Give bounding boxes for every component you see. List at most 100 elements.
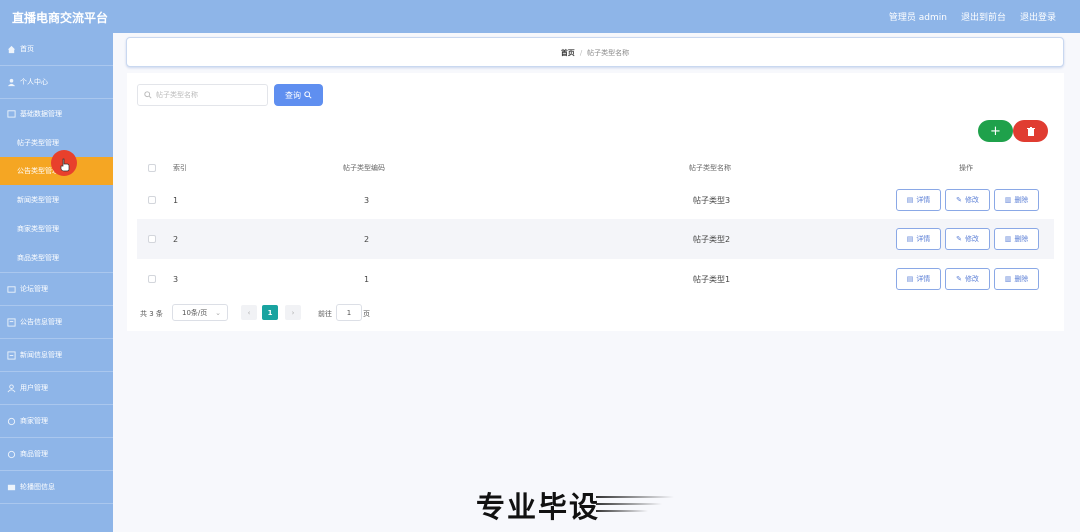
hand-cursor-icon	[60, 158, 70, 172]
detail-label: 详情	[916, 235, 931, 243]
notice-icon	[7, 317, 16, 327]
news-icon	[7, 350, 16, 360]
breadcrumb-current: 帖子类型名称	[587, 49, 630, 57]
page-unit-label: 页	[363, 310, 370, 318]
select-all-checkbox[interactable]	[148, 156, 156, 180]
document-icon: ▤	[906, 235, 914, 243]
cell-name: 帖子类型1	[693, 274, 731, 284]
watermark-text: 专业毕设	[476, 490, 601, 524]
col-index: 索引	[173, 164, 187, 172]
sidebar-item-profile[interactable]: 个人中心	[0, 66, 113, 98]
detail-button[interactable]: ▤ 详情	[896, 189, 941, 211]
detail-button[interactable]: ▤ 详情	[896, 228, 941, 250]
sidebar-item-home[interactable]: 首页	[0, 33, 113, 65]
folder-icon	[7, 110, 16, 118]
table-row: 1 3 帖子类型3 ▤ 详情 ✎ 修改 ▥ 删除	[137, 180, 1054, 220]
search-icon	[304, 91, 312, 99]
pagination-total: 共 3 条	[140, 310, 163, 318]
goto-frontend-link[interactable]: 退出到前台	[961, 10, 1006, 23]
page-number-current[interactable]: 1	[262, 305, 278, 320]
breadcrumb-separator: /	[579, 49, 583, 57]
col-code: 帖子类型编码	[343, 164, 385, 172]
sidebar-item-label: 商品管理	[20, 450, 48, 458]
sidebar-item-label: 首页	[20, 45, 34, 53]
admin-user-link[interactable]: 管理员 admin	[889, 10, 947, 23]
trash-icon: ▥	[1004, 235, 1012, 243]
table-row: 2 2 帖子类型2 ▤ 详情 ✎ 修改 ▥ 删除	[137, 219, 1054, 259]
sidebar-divider	[0, 503, 113, 504]
delete-button[interactable]: ▥ 删除	[994, 228, 1039, 250]
search-button-label: 查询	[285, 90, 301, 100]
shop-icon	[7, 417, 16, 425]
detail-label: 详情	[916, 275, 931, 283]
sidebar-item-base-data[interactable]: 基础数据管理	[0, 99, 113, 128]
trash-icon: ▥	[1004, 196, 1012, 204]
sidebar-item-news[interactable]: 新闻信息管理	[0, 339, 113, 371]
plus-icon: +	[990, 123, 1001, 139]
cell-name: 帖子类型3	[693, 195, 731, 205]
edit-button[interactable]: ✎ 修改	[945, 189, 990, 211]
add-button[interactable]: +	[978, 120, 1013, 142]
cell-code: 1	[364, 274, 370, 284]
breadcrumb: 首页 / 帖子类型名称	[126, 37, 1064, 67]
cell-code: 3	[364, 195, 370, 205]
delete-button[interactable]: ▥ 删除	[994, 268, 1039, 290]
sidebar-item-label: 轮播图信息	[20, 483, 55, 491]
edit-label: 修改	[964, 235, 979, 243]
trash-icon: ▥	[1004, 275, 1012, 283]
row-checkbox[interactable]	[148, 275, 156, 283]
goods-icon	[7, 450, 16, 458]
goto-page-input[interactable]: 1	[336, 304, 362, 321]
sidebar-item-label: 基础数据管理	[20, 109, 62, 118]
trash-icon	[1026, 126, 1035, 136]
sidebar-item-label: 个人中心	[20, 78, 48, 86]
logout-link[interactable]: 退出登录	[1020, 10, 1056, 23]
search-input[interactable]: 帖子类型名称	[137, 84, 268, 106]
sidebar-item-notice[interactable]: 公告信息管理	[0, 306, 113, 338]
detail-button[interactable]: ▤ 详情	[896, 268, 941, 290]
edit-button[interactable]: ✎ 修改	[945, 268, 990, 290]
sidebar-item-merchants[interactable]: 商家管理	[0, 405, 113, 437]
user-icon	[7, 78, 16, 86]
sidebar-item-label: 论坛管理	[20, 285, 48, 293]
sidebar-item-goods-type[interactable]: 商品类型管理	[0, 243, 113, 272]
page-size-value: 10条/页	[182, 308, 208, 317]
search-icon	[144, 91, 152, 99]
edit-label: 修改	[964, 275, 979, 283]
cell-index: 1	[173, 195, 179, 205]
sidebar: 首页 个人中心 基础数据管理 帖子类型管理 公告类型管理 新闻类型管理 商家类型…	[0, 33, 113, 532]
home-icon	[7, 45, 16, 53]
row-checkbox[interactable]	[148, 235, 156, 243]
delete-button[interactable]: ▥ 删除	[994, 189, 1039, 211]
delete-label: 删除	[1014, 235, 1029, 243]
watermark-streak	[596, 510, 648, 512]
document-icon: ▤	[906, 196, 914, 204]
sidebar-item-news-type[interactable]: 新闻类型管理	[0, 185, 113, 214]
users-icon	[7, 383, 16, 392]
row-checkbox[interactable]	[148, 196, 156, 204]
chevron-left-icon: ‹	[247, 308, 251, 317]
cell-index: 3	[173, 274, 179, 284]
prev-page-button[interactable]: ‹	[241, 305, 257, 320]
col-name: 帖子类型名称	[689, 164, 731, 172]
delete-label: 删除	[1014, 196, 1029, 204]
sidebar-item-carousel[interactable]: 轮播图信息	[0, 471, 113, 503]
page-size-select[interactable]: 10条/页 ⌄	[172, 304, 228, 321]
goto-label: 前往	[318, 310, 332, 318]
sidebar-item-merchant-type[interactable]: 商家类型管理	[0, 214, 113, 243]
breadcrumb-home[interactable]: 首页	[561, 49, 575, 57]
sidebar-item-users[interactable]: 用户管理	[0, 372, 113, 404]
batch-delete-button[interactable]	[1013, 120, 1048, 142]
sidebar-item-forum[interactable]: 论坛管理	[0, 273, 113, 305]
sidebar-item-goods[interactable]: 商品管理	[0, 438, 113, 470]
edit-icon: ✎	[956, 196, 962, 204]
edit-button[interactable]: ✎ 修改	[945, 228, 990, 250]
checkbox[interactable]	[148, 164, 156, 172]
delete-label: 删除	[1014, 275, 1029, 283]
next-page-button[interactable]: ›	[285, 305, 301, 320]
search-button[interactable]: 查询	[274, 84, 323, 106]
sidebar-item-label: 新闻类型管理	[17, 195, 59, 204]
sidebar-item-label: 新闻信息管理	[20, 351, 62, 359]
sidebar-item-label: 用户管理	[20, 384, 48, 392]
col-ops: 操作	[959, 164, 973, 172]
